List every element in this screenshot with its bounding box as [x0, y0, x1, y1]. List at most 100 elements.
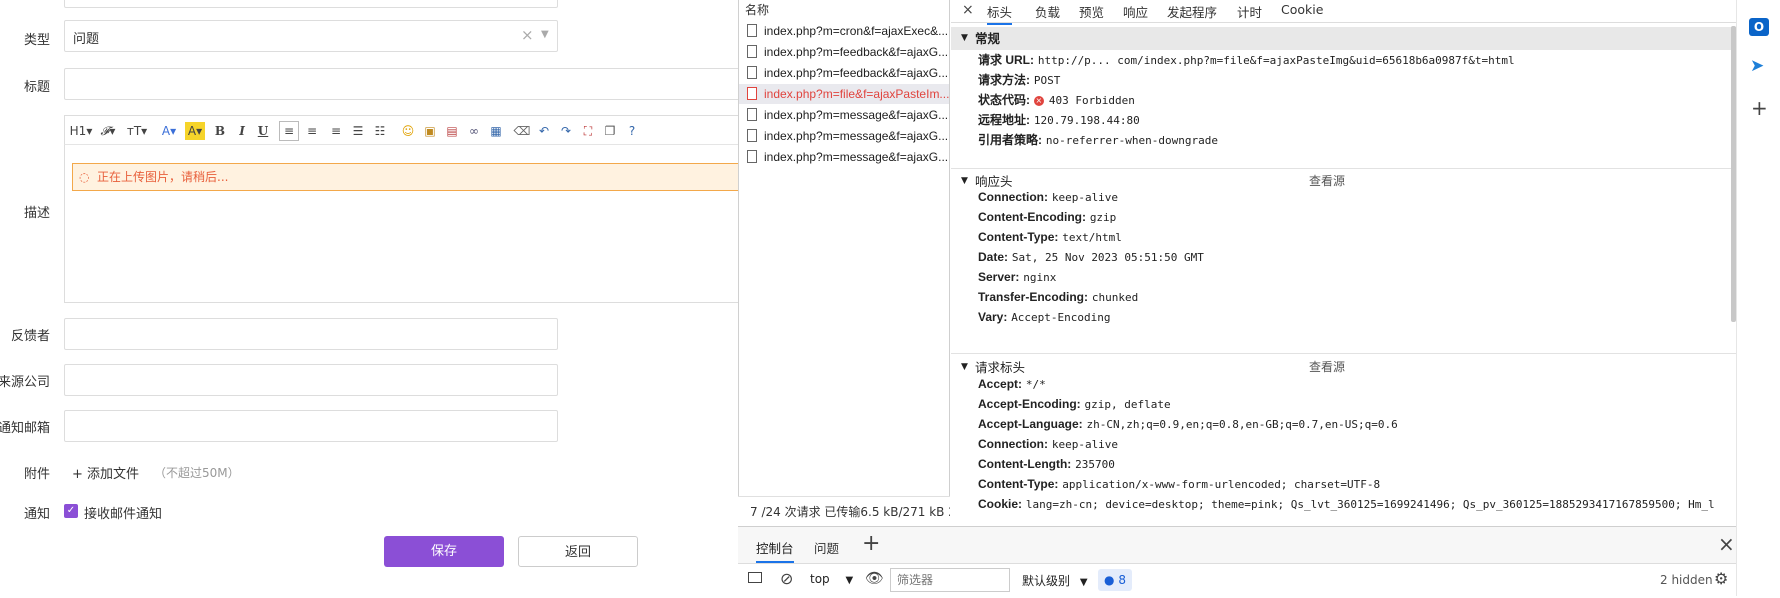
general-section-header[interactable]: ▼ 常规 [951, 27, 1736, 50]
request-row[interactable]: index.php?m=cron&f=ajaxExec&... [739, 21, 949, 41]
request-row[interactable]: index.php?m=message&f=ajaxG... [739, 126, 949, 146]
align-right-icon[interactable]: ≡ [327, 122, 345, 140]
editor-toolbar: H1▾ 𝓕▾ ᴛT▾ A▾ A▾ B I U ≡ ≡ ≡ ☰ ☷ ☺ ▣ ▤ ∞… [64, 115, 738, 145]
header-value: */* [1025, 378, 1046, 391]
header-value: POST [1033, 74, 1061, 87]
add-file-button[interactable]: + 添加文件 [72, 463, 139, 482]
type-select[interactable]: 问题 × ▼ [64, 20, 558, 52]
image-icon[interactable]: ▣ [421, 122, 439, 140]
bold-button[interactable]: B [213, 122, 227, 140]
clear-icon[interactable]: × [521, 26, 534, 44]
feedback-by-input[interactable] [64, 318, 558, 350]
header-key: Connection: [978, 190, 1048, 204]
title-input[interactable] [64, 68, 738, 100]
tab-timing[interactable]: 计时 [1237, 2, 1262, 21]
code-icon[interactable]: ▤ [443, 122, 461, 140]
paste-icon[interactable]: ❐ [601, 122, 619, 140]
attachment-hint: （不超过50M） [154, 466, 240, 480]
help-icon[interactable]: ? [623, 122, 641, 140]
underline-button[interactable]: U [256, 122, 270, 140]
headers-panel: × 标头 负载 预览 响应 发起程序 计时 Cookie ▼ 常规 请求 URL… [951, 0, 1736, 526]
undo-icon[interactable]: ↶ [535, 122, 553, 140]
font-size-button[interactable]: ᴛT▾ [125, 122, 149, 140]
outlook-icon[interactable]: O [1749, 18, 1769, 36]
close-drawer-icon[interactable]: × [1718, 532, 1735, 556]
link-icon[interactable]: ∞ [465, 122, 483, 140]
emoji-icon[interactable]: ☺ [399, 122, 417, 140]
request-name: index.php?m=cron&f=ajaxExec&... [764, 24, 949, 38]
tab-initiator[interactable]: 发起程序 [1167, 2, 1217, 21]
upload-status-text: 正在上传图片，请稍后... [97, 170, 229, 184]
tab-console[interactable]: 控制台 [756, 538, 794, 563]
tab-headers[interactable]: 标头 [987, 2, 1013, 25]
header-row: Content-Length: 235700 [978, 456, 1115, 473]
name-column-header: 名称 [745, 3, 770, 17]
request-headers-section-header[interactable]: ▼ 请求标头 查看源 [951, 356, 1736, 379]
type-value: 问题 [73, 32, 100, 47]
add-tab-icon[interactable]: + [862, 531, 880, 556]
tab-payload[interactable]: 负载 [1035, 2, 1060, 21]
tab-response[interactable]: 响应 [1123, 2, 1148, 21]
notify-checkbox[interactable]: ✓ [64, 504, 78, 518]
filter-input[interactable] [890, 568, 1010, 592]
back-button[interactable]: 返回 [518, 536, 638, 567]
product-field[interactable] [64, 0, 558, 8]
header-key: Content-Type: [978, 477, 1059, 491]
request-row[interactable]: index.php?m=file&f=ajaxPasteIm... [739, 84, 949, 104]
context-select[interactable]: top ▼ [810, 572, 853, 586]
save-button[interactable]: 保存 [384, 536, 504, 567]
add-icon[interactable]: + [1751, 96, 1768, 120]
ordered-list-icon[interactable]: ☰ [349, 122, 367, 140]
view-source-link[interactable]: 查看源 [1309, 356, 1345, 379]
caret-down-icon[interactable]: ▼ [541, 29, 549, 40]
tab-issues[interactable]: 问题 [814, 538, 839, 557]
unordered-list-icon[interactable]: ☷ [371, 122, 389, 140]
send-icon[interactable]: ➤ [1750, 56, 1764, 76]
font-family-button[interactable]: 𝓕▾ [97, 122, 119, 140]
eye-icon[interactable]: 👁 [865, 569, 884, 587]
header-row: Connection: keep-alive [978, 189, 1118, 206]
eraser-icon[interactable]: ⌫ [513, 122, 531, 140]
header-key: Server: [978, 270, 1020, 284]
header-key: Date: [978, 250, 1009, 264]
highlight-button[interactable]: A▾ [185, 122, 205, 140]
header-value: 120.79.198.44:80 [1033, 114, 1140, 127]
fullscreen-icon[interactable]: ⛶ [579, 122, 597, 140]
request-name: index.php?m=feedback&f=ajaxG... [764, 45, 949, 59]
file-icon [747, 45, 757, 58]
general-section-title: 常规 [975, 31, 1001, 46]
tab-cookie[interactable]: Cookie [1281, 2, 1323, 17]
notify-email-input[interactable] [64, 410, 558, 442]
close-icon[interactable]: × [962, 2, 974, 18]
header-key: Accept: [978, 377, 1023, 391]
clear-console-icon[interactable]: ⊘ [780, 569, 793, 588]
font-color-button[interactable]: A▾ [159, 122, 179, 140]
header-row: Accept: */* [978, 376, 1046, 393]
align-center-icon[interactable]: ≡ [303, 122, 321, 140]
company-input[interactable] [64, 364, 558, 396]
loading-spinner-icon: ◌ [79, 170, 90, 184]
redo-icon[interactable]: ↷ [557, 122, 575, 140]
sidebar-toggle-icon[interactable] [748, 572, 762, 583]
file-icon [747, 150, 757, 163]
settings-gear-icon[interactable]: ⚙ [1714, 569, 1728, 588]
heading-button[interactable]: H1▾ [69, 122, 93, 140]
request-row[interactable]: index.php?m=message&f=ajaxG... [739, 105, 949, 125]
italic-button[interactable]: I [235, 122, 249, 140]
tab-preview[interactable]: 预览 [1079, 2, 1104, 21]
notify-checkbox-label: 接收邮件通知 [84, 507, 163, 522]
align-left-icon[interactable]: ≡ [279, 121, 299, 141]
request-row[interactable]: index.php?m=message&f=ajaxG... [739, 147, 949, 167]
header-value: chunked [1091, 291, 1139, 304]
log-level-select[interactable]: 默认级别 ▼ [1022, 572, 1088, 589]
header-key: Accept-Encoding: [978, 397, 1081, 411]
view-source-link[interactable]: 查看源 [1309, 170, 1345, 193]
table-icon[interactable]: ▦ [487, 122, 505, 140]
issues-badge[interactable]: ● 8 [1098, 569, 1132, 591]
request-row[interactable]: index.php?m=feedback&f=ajaxG... [739, 42, 949, 62]
expand-triangle-icon: ▼ [961, 33, 968, 43]
title-label: 标题 [23, 80, 50, 95]
request-row[interactable]: index.php?m=feedback&f=ajaxG... [739, 63, 949, 83]
header-value: 235700 [1075, 458, 1115, 471]
header-value: application/x-www-form-urlencoded; chars… [1062, 478, 1381, 491]
